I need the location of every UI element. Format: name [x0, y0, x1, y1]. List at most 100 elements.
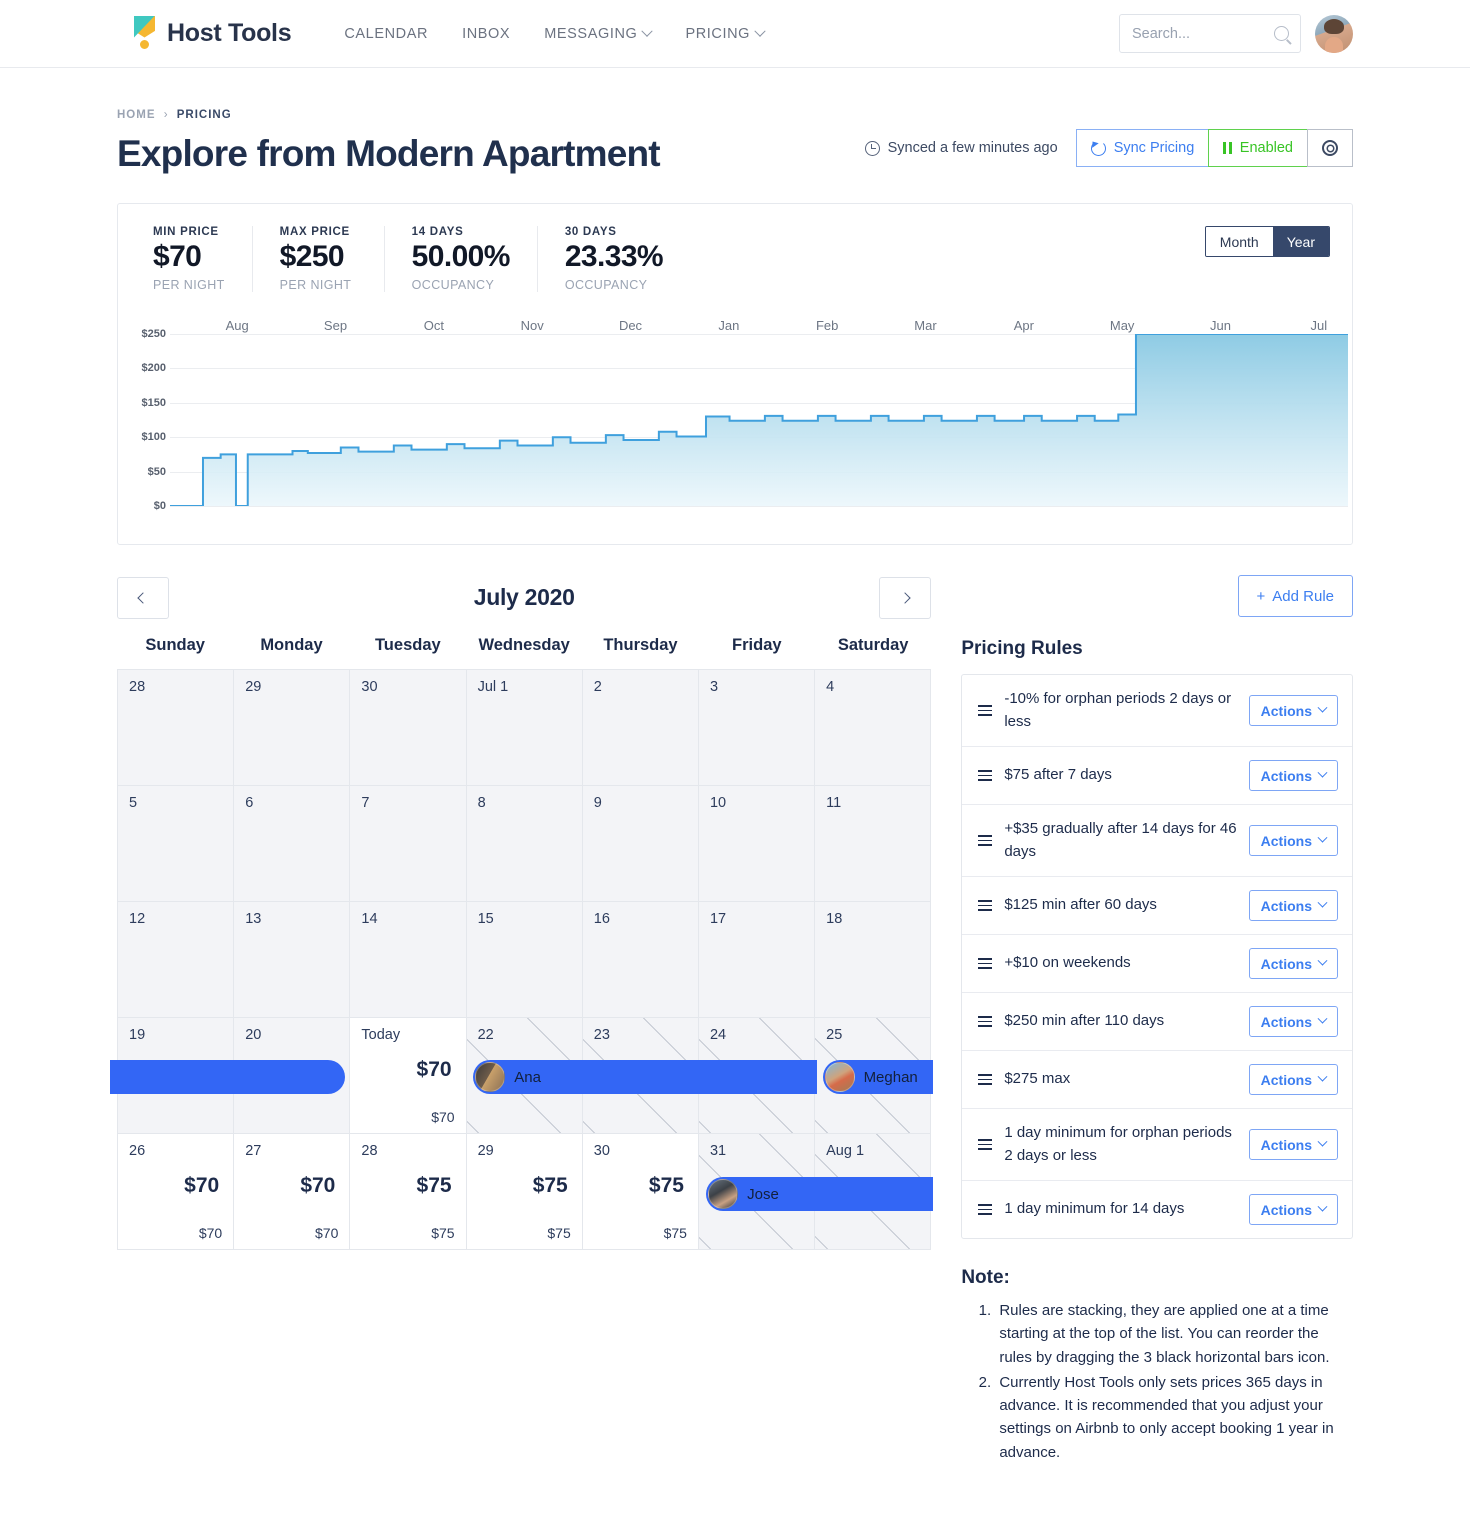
calendar-day-price[interactable]: $70	[118, 1174, 219, 1198]
calendar-day-number: 24	[709, 1027, 727, 1043]
nav-link-pricing[interactable]: PRICING	[668, 25, 781, 42]
drag-handle-icon[interactable]	[978, 1016, 993, 1027]
rule-actions-button[interactable]: Actions	[1248, 760, 1338, 791]
rule-actions-label: Actions	[1260, 1136, 1312, 1153]
rule-actions-button[interactable]: Actions	[1248, 1129, 1338, 1160]
calendar-day-cell[interactable]: 29 $75 $75	[466, 1134, 583, 1250]
nav-link-calendar[interactable]: CALENDAR	[327, 26, 445, 42]
calendar-day-cell[interactable]: 5	[118, 786, 235, 902]
stat-min-price-label: MIN PRICE	[153, 226, 219, 238]
search-icon[interactable]	[1274, 26, 1289, 41]
calendar-day-cell[interactable]: Jul 1	[466, 670, 583, 786]
chart-xtick-nov: Nov	[520, 318, 544, 333]
rule-actions-button[interactable]: Actions	[1248, 695, 1338, 726]
rule-actions-button[interactable]: Actions	[1248, 1064, 1338, 1095]
booking-bar[interactable]: Ana	[473, 1060, 817, 1094]
pricing-rule-text: +$10 on weekends	[1004, 954, 1131, 972]
calendar-day-cell[interactable]: 7	[350, 786, 467, 902]
calendar-day-cell[interactable]: 15	[466, 902, 583, 1018]
calendar-day-price[interactable]: $70	[350, 1058, 452, 1082]
calendar-next-button[interactable]	[879, 576, 932, 619]
calendar-day-cell[interactable]: 17	[698, 902, 816, 1018]
range-toggle-month[interactable]: Month	[1205, 227, 1273, 256]
drag-handle-icon[interactable]	[978, 835, 993, 846]
nav-link-inbox[interactable]: INBOX	[445, 26, 527, 42]
calendar-day-cell[interactable]: 26 $70 $70	[118, 1134, 235, 1250]
search-box[interactable]	[1119, 14, 1301, 53]
drag-handle-icon[interactable]	[978, 1139, 993, 1150]
chevron-down-icon	[1317, 1136, 1328, 1147]
calendar-day-cell[interactable]: 30	[350, 670, 467, 786]
nav-link-messaging[interactable]: MESSAGING	[527, 25, 668, 42]
booking-bar[interactable]: Jose	[706, 1177, 933, 1211]
rule-actions-button[interactable]: Actions	[1248, 1006, 1338, 1037]
calendar-day-cell[interactable]: 8	[466, 786, 583, 902]
price-chart: Aug Sep Oct Nov Dec Jan Feb Mar Apr May Jun Jul $0 $…	[118, 300, 1352, 544]
calendar-day-price[interactable]: $75	[583, 1174, 684, 1198]
calendar-day-cell[interactable]: 9	[582, 786, 699, 902]
calendar-day-number: 30	[361, 679, 378, 695]
calendar-day-cell[interactable]: Today $70 $70	[350, 1018, 467, 1134]
calendar-day-price[interactable]: $75	[350, 1174, 452, 1198]
rule-actions-button[interactable]: Actions	[1248, 825, 1338, 856]
settings-button[interactable]	[1307, 129, 1353, 167]
calendar-day-cell[interactable]: 13	[234, 902, 351, 1018]
sync-pricing-button[interactable]: Sync Pricing	[1075, 129, 1209, 167]
stat-14-days-label: 14 DAYS	[411, 226, 464, 238]
calendar-day-number: Today	[361, 1027, 401, 1043]
range-toggle-year[interactable]: Year	[1272, 227, 1329, 256]
calendar-day-cell[interactable]: 28 $75 $75	[350, 1134, 467, 1250]
rule-actions-button[interactable]: Actions	[1248, 948, 1338, 979]
calendar-day-price[interactable]: $70	[234, 1174, 335, 1198]
page-title: Explore from Modern Apartment	[117, 133, 661, 174]
calendar-day-cell[interactable]: 14	[350, 902, 467, 1018]
calendar-day-base-price: $75	[547, 1225, 571, 1241]
calendar-day-cell[interactable]: 2	[582, 670, 699, 786]
user-avatar[interactable]	[1315, 14, 1353, 53]
calendar-month-label: July 2020	[473, 584, 575, 610]
calendar-day-cell[interactable]: 16	[582, 902, 699, 1018]
calendar-day-cell[interactable]: 11	[815, 786, 932, 902]
calendar-day-price[interactable]: $75	[467, 1174, 568, 1198]
drag-handle-icon[interactable]	[978, 1204, 993, 1215]
booking-bar[interactable]: Meghan	[822, 1060, 933, 1094]
sync-pricing-label: Sync Pricing	[1113, 140, 1195, 156]
rule-actions-button[interactable]: Actions	[1248, 1194, 1338, 1225]
booking-bar[interactable]	[110, 1060, 345, 1094]
calendar-day-base-price: $70	[315, 1225, 339, 1241]
calendar-day-cell[interactable]: 4	[815, 670, 932, 786]
drag-handle-icon[interactable]	[978, 958, 993, 969]
calendar-day-cell[interactable]: 3	[698, 670, 816, 786]
calendar-day-cell[interactable]: 12	[118, 902, 235, 1018]
chevron-down-icon	[1317, 702, 1328, 713]
drag-handle-icon[interactable]	[978, 1074, 993, 1085]
chart-ytick-250: $250	[141, 328, 166, 340]
lower-section: July 2020 Sunday Monday Tuesday Wednesday Th…	[110, 575, 1353, 1466]
pricing-rule-row: +$10 on weekends Actions	[962, 935, 1352, 993]
drag-handle-icon[interactable]	[978, 770, 993, 781]
enabled-toggle-button[interactable]: Enabled	[1208, 129, 1307, 167]
calendar-day-cell[interactable]: 27 $70 $70	[234, 1134, 351, 1250]
calendar-day-cell[interactable]: 10	[698, 786, 816, 902]
add-rule-button[interactable]: + Add Rule	[1237, 575, 1353, 617]
calendar-day-cell[interactable]: 30 $75 $75	[582, 1134, 699, 1250]
search-input[interactable]	[1132, 25, 1288, 42]
calendar-panel: July 2020 Sunday Monday Tuesday Wednesday Th…	[110, 575, 933, 1466]
pricing-rule-text: $250 min after 110 days	[1004, 1012, 1165, 1030]
calendar-day-cell[interactable]: 28	[118, 670, 235, 786]
breadcrumb-home[interactable]: HOME	[117, 109, 156, 121]
calendar-day-cell[interactable]: 18	[815, 902, 932, 1018]
calendar-day-number: 27	[245, 1143, 262, 1159]
calendar-day-number: 4	[826, 679, 835, 695]
calendar-prev-button[interactable]	[117, 576, 169, 619]
add-rule-label: Add Rule	[1272, 587, 1334, 605]
calendar-weekday-thursday: Thursday	[603, 636, 678, 654]
chart-xtick-jun: Jun	[1210, 318, 1231, 333]
drag-handle-icon[interactable]	[978, 900, 993, 911]
calendar-day-cell[interactable]: 29	[234, 670, 351, 786]
calendar-day-base-price: $70	[198, 1225, 223, 1241]
calendar-day-cell[interactable]: 6	[234, 786, 351, 902]
rule-actions-button[interactable]: Actions	[1248, 890, 1338, 921]
drag-handle-icon[interactable]	[978, 705, 993, 716]
brand-logo[interactable]: Host Tools	[131, 14, 292, 54]
